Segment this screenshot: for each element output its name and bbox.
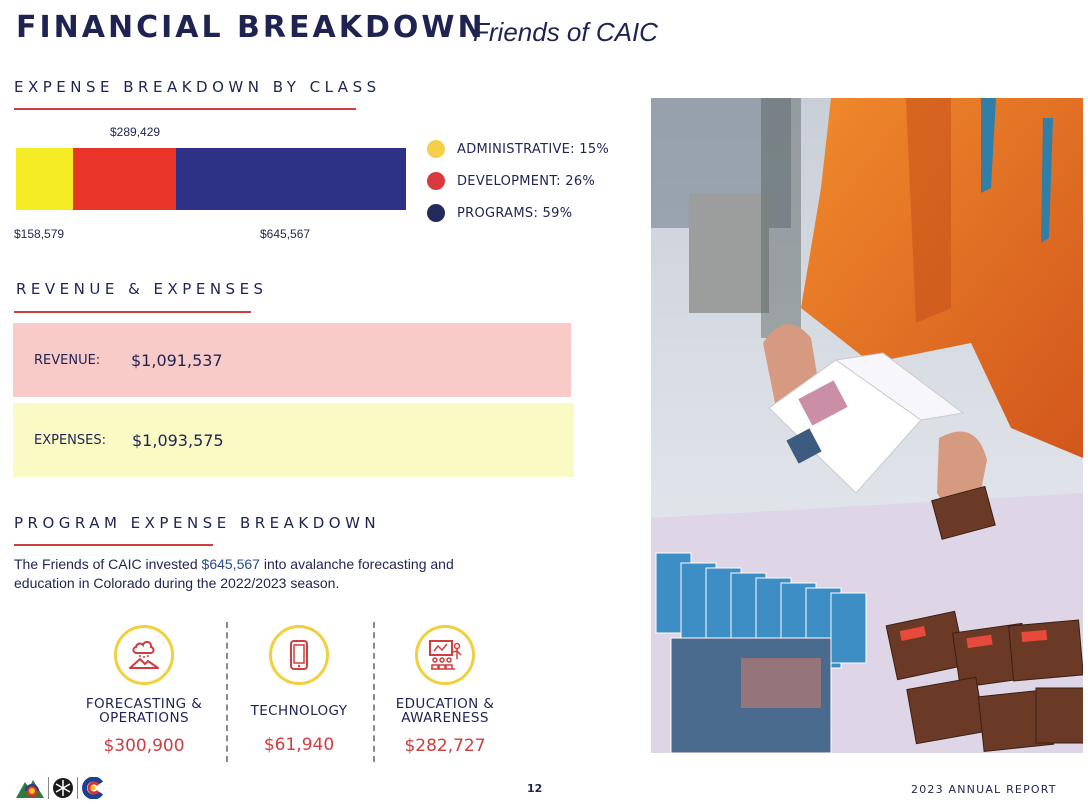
legend-dot-administrative bbox=[427, 140, 445, 158]
page-subtitle: Friends of CAIC bbox=[473, 17, 658, 47]
program-expense-rule bbox=[14, 544, 213, 546]
colorado-c-logo-icon bbox=[82, 777, 104, 799]
revenue-box: REVENUE: $1,091,537 bbox=[13, 323, 571, 397]
bar-segment-programs bbox=[176, 148, 406, 210]
legend-item-development: DEVELOPMENT: 26% bbox=[427, 172, 595, 190]
legend-label-development: DEVELOPMENT: 26% bbox=[457, 173, 596, 189]
para-text-before: The Friends of CAIC invested bbox=[14, 556, 202, 572]
bar-label-administrative: $158,579 bbox=[14, 227, 65, 241]
logo-separator bbox=[48, 777, 49, 799]
program-amount: $282,727 bbox=[404, 736, 486, 756]
legend-dot-programs bbox=[427, 204, 445, 222]
program-expense-paragraph: The Friends of CAIC invested $645,567 in… bbox=[14, 555, 464, 593]
program-name-line1: TECHNOLOGY bbox=[250, 703, 348, 719]
legend-item-programs: PROGRAMS: 59% bbox=[427, 204, 572, 222]
program-technology: TECHNOLOGY $61,940 bbox=[229, 625, 369, 755]
footer-logos bbox=[15, 776, 105, 800]
program-name-line1: EDUCATION & bbox=[395, 696, 495, 712]
program-expense-heading: PROGRAM EXPENSE BREAKDOWN bbox=[14, 514, 381, 532]
program-divider bbox=[226, 622, 228, 762]
program-amount: $300,900 bbox=[103, 736, 185, 756]
report-label: 2023 ANNUAL REPORT bbox=[911, 783, 1057, 796]
colorado-logo-icon bbox=[16, 780, 44, 798]
revenue-expenses-heading: REVENUE & EXPENSES bbox=[16, 280, 268, 298]
bar-label-programs: $645,567 bbox=[260, 227, 311, 241]
snowflake-logo-icon bbox=[53, 778, 73, 798]
expenses-box: EXPENSES: $1,093,575 bbox=[13, 403, 574, 477]
program-education: EDUCATION & AWARENESS $282,727 bbox=[375, 625, 515, 756]
program-forecasting: FORECASTING & OPERATIONS $300,900 bbox=[74, 625, 214, 756]
tablet-icon bbox=[269, 625, 329, 685]
expenses-value: $1,093,575 bbox=[132, 430, 224, 450]
legend-dot-development bbox=[427, 172, 445, 190]
para-highlight-amount: $645,567 bbox=[201, 556, 260, 572]
revenue-label: REVENUE: bbox=[34, 352, 101, 368]
legend-label-programs: PROGRAMS: 59% bbox=[457, 205, 573, 221]
bar-label-development: $289,429 bbox=[110, 125, 161, 139]
expenses-label: EXPENSES: bbox=[34, 432, 106, 448]
page-title: FINANCIAL BREAKDOWN bbox=[16, 10, 486, 45]
mountain-snow-icon bbox=[114, 625, 174, 685]
program-amount: $61,940 bbox=[263, 735, 335, 755]
legend-label-administrative: ADMINISTRATIVE: 15% bbox=[457, 141, 610, 157]
classroom-icon bbox=[415, 625, 475, 685]
revenue-expenses-rule bbox=[14, 311, 251, 313]
program-name-line1: FORECASTING & bbox=[85, 696, 203, 712]
bar-segment-administrative bbox=[16, 148, 73, 210]
page-number: 12 bbox=[527, 782, 543, 795]
event-photo bbox=[651, 98, 1083, 753]
logo-separator bbox=[77, 777, 78, 799]
legend-item-administrative: ADMINISTRATIVE: 15% bbox=[427, 140, 609, 158]
expense-class-rule bbox=[14, 108, 356, 110]
bar-segment-development bbox=[73, 148, 176, 210]
program-name-line2: OPERATIONS bbox=[99, 710, 189, 726]
expense-class-heading: EXPENSE BREAKDOWN BY CLASS bbox=[14, 78, 381, 96]
program-name-line2: AWARENESS bbox=[401, 710, 489, 726]
revenue-value: $1,091,537 bbox=[131, 350, 223, 370]
